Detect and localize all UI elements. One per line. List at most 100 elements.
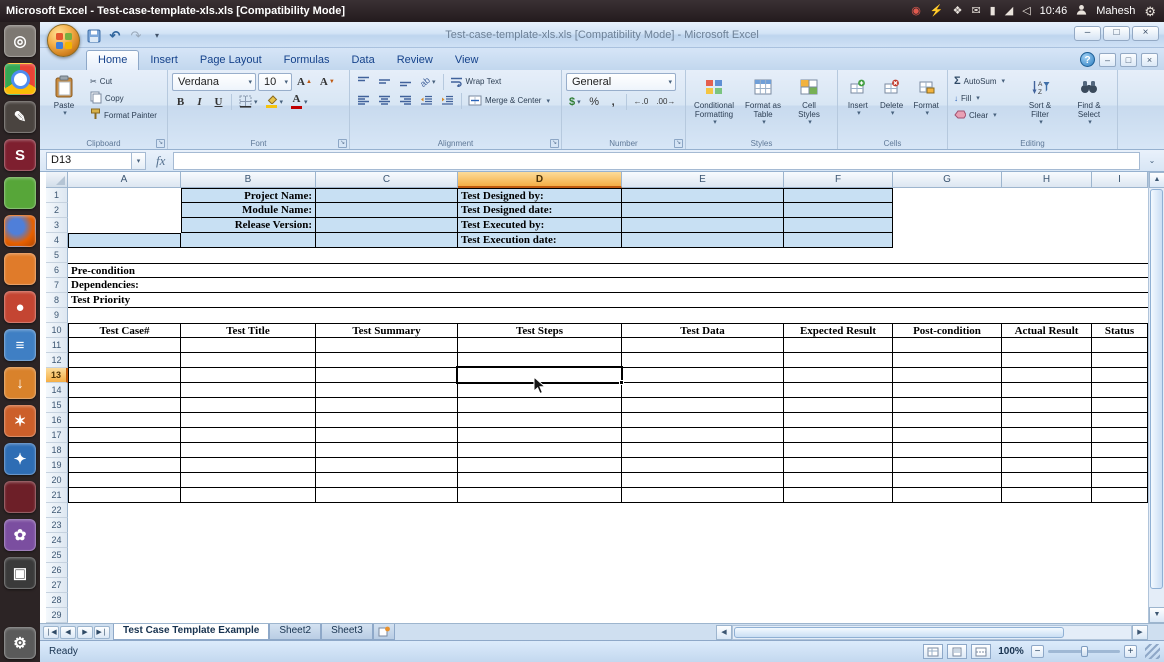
cell-F18[interactable]: [784, 443, 893, 458]
cell-H3[interactable]: [1002, 218, 1092, 233]
cell-I11[interactable]: [1092, 338, 1148, 353]
cell-B23[interactable]: [181, 518, 316, 533]
row-header-20[interactable]: 20: [46, 473, 68, 488]
cell-G27[interactable]: [893, 578, 1002, 593]
cell-C20[interactable]: [316, 473, 458, 488]
cell-C19[interactable]: [316, 458, 458, 473]
cell-F15[interactable]: [784, 398, 893, 413]
increase-decimal-button[interactable]: ←.0: [631, 93, 652, 110]
wrap-text-button[interactable]: Wrap Text: [448, 74, 504, 90]
column-header-D[interactable]: D: [458, 172, 622, 188]
row-header-16[interactable]: 16: [46, 413, 68, 428]
cell-H14[interactable]: [1002, 383, 1092, 398]
cell-H6[interactable]: [1002, 263, 1092, 278]
tab-home[interactable]: Home: [86, 50, 139, 70]
merge-center-button[interactable]: Merge & Center ▾: [466, 93, 552, 109]
row-header-14[interactable]: 14: [46, 383, 68, 398]
cell-A19[interactable]: [68, 458, 181, 473]
cell-B29[interactable]: [181, 608, 316, 623]
scroll-up-button[interactable]: ▲: [1149, 172, 1164, 188]
cell-A8[interactable]: Test Priority: [68, 293, 181, 308]
cell-I12[interactable]: [1092, 353, 1148, 368]
network-indicator-icon[interactable]: ◢: [1005, 6, 1013, 17]
cell-E2[interactable]: [622, 203, 784, 218]
cell-G22[interactable]: [893, 503, 1002, 518]
tab-formulas[interactable]: Formulas: [273, 51, 341, 70]
page-break-view-button[interactable]: [971, 644, 991, 659]
cell-D27[interactable]: [458, 578, 622, 593]
cell-E5[interactable]: [622, 248, 784, 263]
wine-app-icon[interactable]: [4, 481, 36, 513]
cell-G3[interactable]: [893, 218, 1002, 233]
close-button[interactable]: ×: [1132, 26, 1159, 41]
cell-A10[interactable]: Test Case#: [68, 323, 181, 338]
column-header-H[interactable]: H: [1002, 172, 1092, 188]
cell-H28[interactable]: [1002, 593, 1092, 608]
accounting-format-button[interactable]: $▾: [566, 93, 584, 110]
cell-G4[interactable]: [893, 233, 1002, 248]
column-header-F[interactable]: F: [784, 172, 893, 188]
cell-I17[interactable]: [1092, 428, 1148, 443]
clipboard-dialog-launcher[interactable]: ↘: [156, 139, 165, 148]
comma-style-button[interactable]: ,: [605, 93, 622, 110]
sheet-tab-test-case-template-example[interactable]: Test Case Template Example: [113, 624, 269, 640]
cell-G18[interactable]: [893, 443, 1002, 458]
first-sheet-button[interactable]: ❘◀: [43, 626, 59, 639]
row-header-18[interactable]: 18: [46, 443, 68, 458]
cell-B1[interactable]: Project Name:: [181, 188, 316, 203]
vertical-scrollbar[interactable]: ▲ ▼: [1148, 172, 1164, 623]
cell-E8[interactable]: [622, 293, 784, 308]
cell-F20[interactable]: [784, 473, 893, 488]
bold-button[interactable]: B: [172, 93, 189, 110]
cell-D1[interactable]: Test Designed by:: [458, 188, 622, 203]
cell-G12[interactable]: [893, 353, 1002, 368]
cell-I23[interactable]: [1092, 518, 1148, 533]
delete-cells-button[interactable]: Delete ▾: [876, 73, 908, 135]
cell-D2[interactable]: Test Designed date:: [458, 203, 622, 218]
cell-I26[interactable]: [1092, 563, 1148, 578]
cell-C26[interactable]: [316, 563, 458, 578]
draw-app-icon[interactable]: ✎: [4, 101, 36, 133]
cell-G20[interactable]: [893, 473, 1002, 488]
cell-D15[interactable]: [458, 398, 622, 413]
cut-button[interactable]: ✂ Cut: [88, 73, 159, 89]
cell-I24[interactable]: [1092, 533, 1148, 548]
session-gear-icon[interactable]: ⚙: [1144, 5, 1156, 18]
cell-F29[interactable]: [784, 608, 893, 623]
cell-I28[interactable]: [1092, 593, 1148, 608]
cell-B21[interactable]: [181, 488, 316, 503]
cell-E23[interactable]: [622, 518, 784, 533]
cell-F12[interactable]: [784, 353, 893, 368]
cell-I16[interactable]: [1092, 413, 1148, 428]
row-header-3[interactable]: 3: [46, 218, 68, 233]
align-middle-button[interactable]: [375, 73, 394, 90]
cell-A11[interactable]: [68, 338, 181, 353]
page-layout-view-button[interactable]: [947, 644, 967, 659]
cell-H13[interactable]: [1002, 368, 1092, 383]
cell-F17[interactable]: [784, 428, 893, 443]
recording-indicator-icon[interactable]: ◉: [911, 6, 921, 17]
cell-F23[interactable]: [784, 518, 893, 533]
cell-C22[interactable]: [316, 503, 458, 518]
document-app-icon[interactable]: ≡: [4, 329, 36, 361]
cell-F2[interactable]: [784, 203, 893, 218]
cell-F19[interactable]: [784, 458, 893, 473]
row-header-8[interactable]: 8: [46, 293, 68, 308]
zoom-slider-thumb[interactable]: [1081, 646, 1088, 657]
workbook-close-button[interactable]: ×: [1141, 53, 1158, 67]
cell-E26[interactable]: [622, 563, 784, 578]
cell-H24[interactable]: [1002, 533, 1092, 548]
cell-F25[interactable]: [784, 548, 893, 563]
sheet-tab-sheet3[interactable]: Sheet3: [321, 624, 373, 640]
cell-D28[interactable]: [458, 593, 622, 608]
screens-app-icon[interactable]: ▣: [4, 557, 36, 589]
prev-sheet-button[interactable]: ◀: [60, 626, 76, 639]
percent-style-button[interactable]: %: [586, 93, 603, 110]
cell-F4[interactable]: [784, 233, 893, 248]
power-indicator-icon[interactable]: ⚡: [930, 6, 944, 17]
align-top-button[interactable]: [354, 73, 373, 90]
cell-A6[interactable]: Pre-condition: [68, 263, 181, 278]
cell-F3[interactable]: [784, 218, 893, 233]
decrease-indent-button[interactable]: [417, 92, 436, 109]
row-header-29[interactable]: 29: [46, 608, 68, 623]
